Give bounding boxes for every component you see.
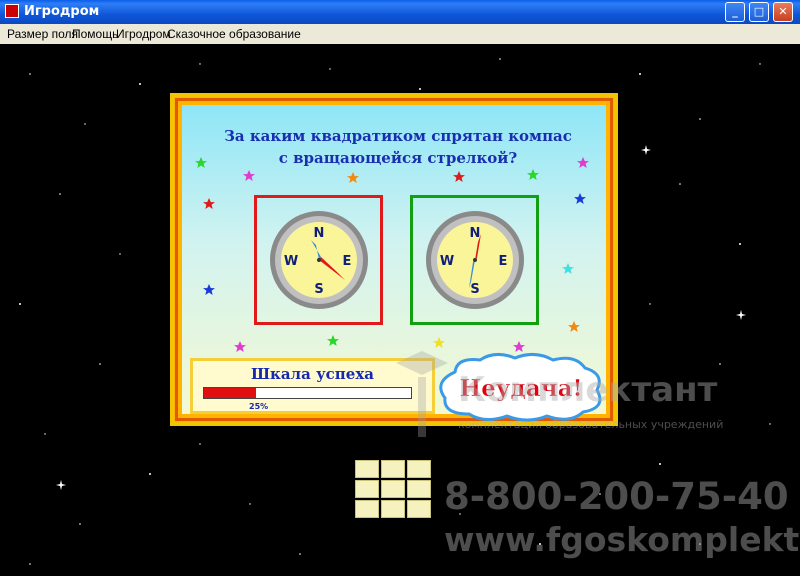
level-thumbnail[interactable] [381, 480, 405, 498]
watermark-phone: 8-800-200-75-40 [444, 475, 789, 518]
level-thumbnail[interactable] [355, 480, 379, 498]
level-thumbnails [355, 460, 433, 518]
watermark-brand: Комплектант [458, 370, 718, 410]
compass-south-label: S [470, 282, 479, 297]
success-percent-text: 25% [249, 402, 269, 411]
menu-item-fairytale-education[interactable]: Сказочное образование [167, 27, 301, 41]
window-titlebar[interactable]: Игродром _ □ ✕ [0, 0, 800, 24]
level-thumbnail[interactable] [407, 500, 431, 518]
level-thumbnail[interactable] [381, 460, 405, 478]
level-thumbnail[interactable] [407, 460, 431, 478]
compass-west-label: W [284, 254, 298, 269]
compass-north-label: N [314, 226, 325, 241]
compass-icon: N E S W [426, 211, 524, 309]
watermark-tagline: комплектация образовательных учреждений [458, 418, 724, 431]
compass-west-label: W [440, 254, 454, 269]
menu-item-igrodrom[interactable]: Игродром [116, 27, 171, 41]
compass-box-right[interactable]: N E S W [410, 195, 539, 325]
close-button[interactable]: ✕ [773, 2, 793, 22]
menu-bar: Размер поля Помощь Игродром Сказочное об… [0, 24, 800, 44]
minimize-button[interactable]: _ [725, 2, 745, 22]
compass-east-label: E [499, 254, 508, 269]
menu-item-help[interactable]: Помощь [72, 27, 118, 41]
app-icon [5, 4, 19, 18]
watermark-logo-icon [392, 343, 452, 443]
level-thumbnail[interactable] [381, 500, 405, 518]
compass-east-label: E [343, 254, 352, 269]
watermark-site: www.fgoskomplekt.ru [444, 520, 800, 559]
level-thumbnail[interactable] [355, 500, 379, 518]
level-thumbnail[interactable] [355, 460, 379, 478]
menu-item-field-size[interactable]: Размер поля [7, 27, 78, 41]
level-thumbnail[interactable] [407, 480, 431, 498]
success-progress-fill [204, 388, 256, 398]
compass-icon: N E S W [270, 211, 368, 309]
maximize-button[interactable]: □ [749, 2, 769, 22]
success-progress-bar [203, 387, 412, 399]
compass-south-label: S [314, 282, 323, 297]
compass-north-label: N [470, 226, 481, 241]
window-title: Игродром [24, 4, 100, 19]
compass-box-left[interactable]: N E S W [254, 195, 383, 325]
